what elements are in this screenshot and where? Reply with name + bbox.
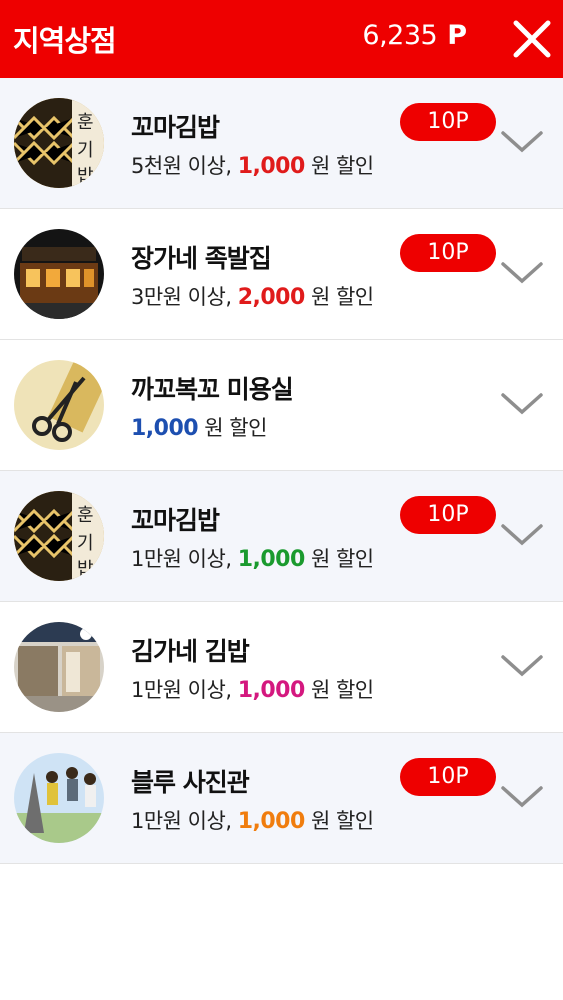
store-discount: 1만원 이상, 1,000 원 할인: [131, 674, 374, 704]
store-row[interactable]: 훈 기 밥 꼬마김밥 1만원 이상, 1,000 원 할인 10P: [0, 471, 563, 602]
discount-condition: 5천원 이상,: [131, 154, 232, 178]
store-name: 장가네 족발집: [131, 244, 272, 273]
discount-suffix: 원 할인: [310, 547, 374, 571]
points-badge: 10P: [400, 758, 496, 796]
svg-text:기: 기: [77, 140, 94, 161]
store-name: 김가네 김밥: [131, 637, 250, 666]
points-badge: 10P: [400, 496, 496, 534]
expand-button[interactable]: [500, 390, 544, 418]
store-discount: 1만원 이상, 1,000 원 할인: [131, 543, 374, 573]
store-row[interactable]: 장가네 족발집 3만원 이상, 2,000 원 할인 10P: [0, 209, 563, 340]
close-icon: [513, 20, 551, 58]
store-thumbnail: 훈 기 밥: [14, 98, 104, 188]
store-thumbnail: [14, 753, 104, 843]
points-unit: P: [447, 20, 467, 51]
svg-text:밥: 밥: [77, 166, 94, 187]
store-name: 꼬마김밥: [131, 506, 220, 535]
chevron-down-icon: [501, 655, 543, 677]
chevron-down-icon: [501, 786, 543, 808]
discount-suffix: 원 할인: [310, 285, 374, 309]
store-discount: 3만원 이상, 2,000 원 할인: [131, 281, 374, 311]
store-discount: 1만원 이상, 1,000 원 할인: [131, 805, 374, 835]
store-thumbnail: [14, 360, 104, 450]
expand-button[interactable]: [500, 259, 544, 287]
page-title: 지역상점: [13, 24, 117, 58]
discount-amount: 1,000: [237, 547, 306, 572]
chevron-down-icon: [501, 131, 543, 153]
discount-amount: 1,000: [237, 678, 306, 703]
points-badge: 10P: [400, 234, 496, 272]
discount-condition: 1만원 이상,: [131, 547, 232, 571]
store-name: 까꼬복꼬 미용실: [131, 375, 294, 404]
discount-condition: 3만원 이상,: [131, 285, 232, 309]
points-value: 6,235: [362, 20, 438, 51]
expand-button[interactable]: [500, 652, 544, 680]
store-row[interactable]: 블루 사진관 1만원 이상, 1,000 원 할인 10P: [0, 733, 563, 864]
store-thumbnail: [14, 622, 104, 712]
expand-button[interactable]: [500, 521, 544, 549]
discount-amount: 2,000: [237, 285, 306, 310]
discount-amount: 1,000: [237, 809, 306, 834]
store-row[interactable]: 훈 기 밥 꼬마김밥 5천원 이상, 1,000 원 할인 10P: [0, 78, 563, 209]
points-balance: 6,235 P: [362, 20, 467, 51]
discount-condition: 1만원 이상,: [131, 678, 232, 702]
svg-text:기: 기: [77, 533, 94, 554]
store-discount: 5천원 이상, 1,000 원 할인: [131, 150, 374, 180]
store-name: 꼬마김밥: [131, 113, 220, 142]
expand-button[interactable]: [500, 783, 544, 811]
store-name: 블루 사진관: [131, 768, 250, 797]
svg-text:밥: 밥: [77, 559, 94, 580]
discount-suffix: 원 할인: [310, 809, 374, 833]
discount-amount: 1,000: [237, 154, 306, 179]
store-row[interactable]: 까꼬복꼬 미용실 1,000 원 할인: [0, 340, 563, 471]
store-discount: 1,000 원 할인: [131, 412, 267, 442]
discount-amount: 1,000: [131, 416, 199, 441]
store-list: 훈 기 밥 꼬마김밥 5천원 이상, 1,000 원 할인 10P 장가네 족발…: [0, 78, 563, 864]
discount-suffix: 원 할인: [204, 416, 267, 440]
discount-suffix: 원 할인: [310, 154, 374, 178]
chevron-down-icon: [501, 262, 543, 284]
points-badge: 10P: [400, 103, 496, 141]
expand-button[interactable]: [500, 128, 544, 156]
close-button[interactable]: [511, 18, 553, 60]
svg-text:훈: 훈: [77, 112, 94, 133]
chevron-down-icon: [501, 393, 543, 415]
discount-condition: 1만원 이상,: [131, 809, 232, 833]
store-thumbnail: [14, 229, 104, 319]
chevron-down-icon: [501, 524, 543, 546]
svg-text:훈: 훈: [77, 505, 94, 526]
discount-suffix: 원 할인: [310, 678, 374, 702]
app-header: 지역상점 6,235 P: [0, 0, 563, 78]
store-row[interactable]: 김가네 김밥 1만원 이상, 1,000 원 할인: [0, 602, 563, 733]
store-thumbnail: 훈 기 밥: [14, 491, 104, 581]
